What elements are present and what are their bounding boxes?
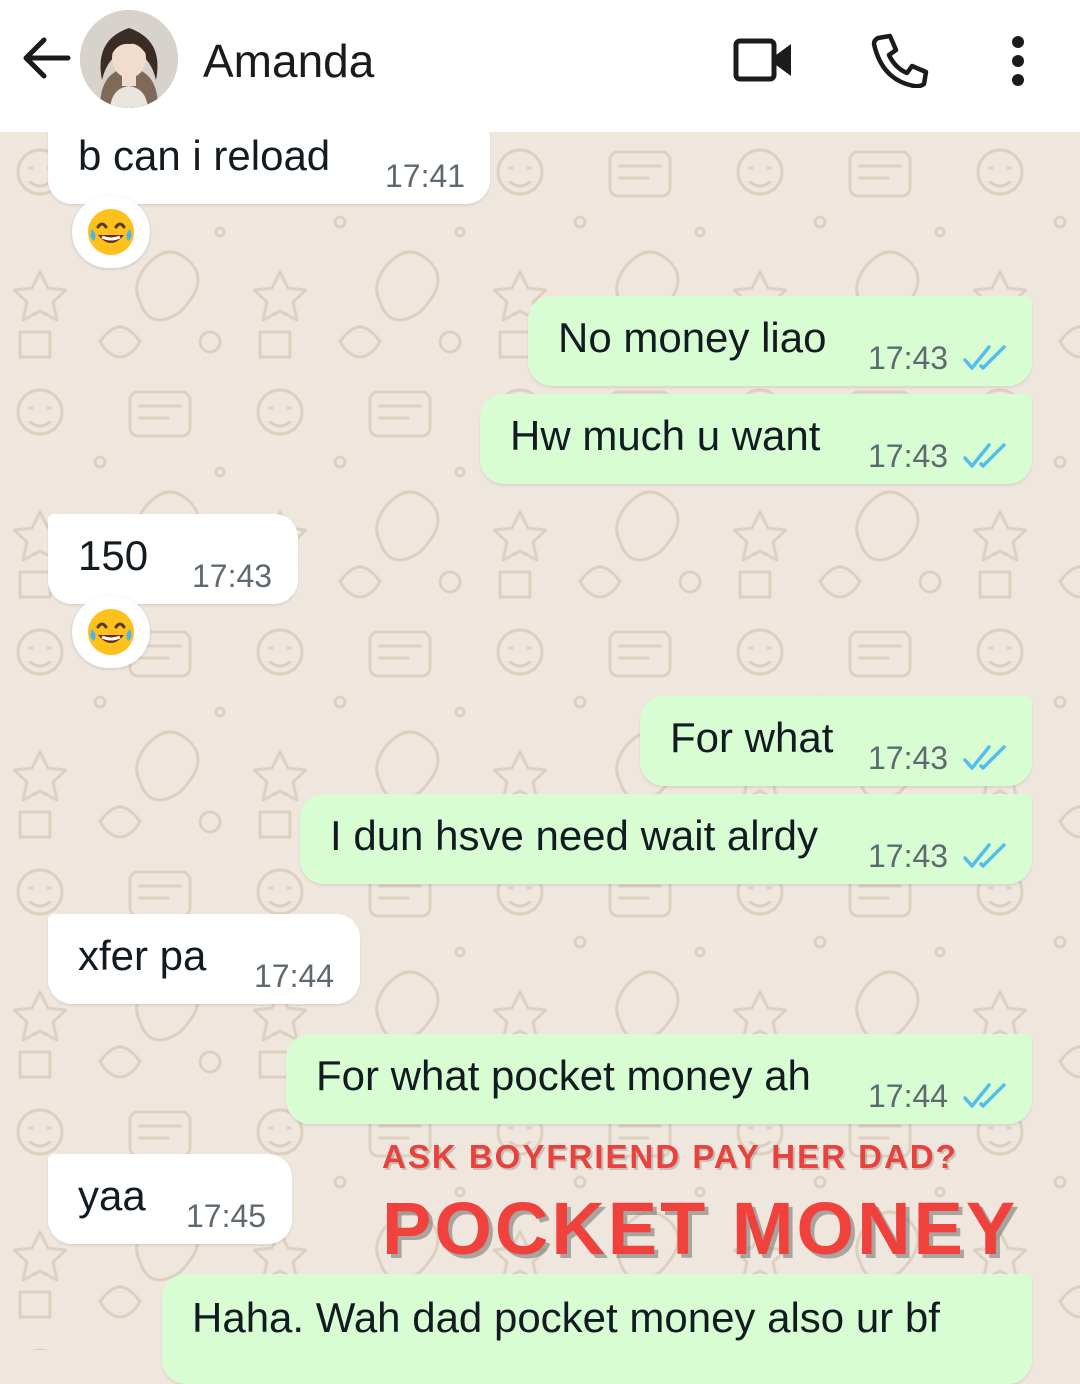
avatar-image <box>80 10 178 108</box>
message-bubble-outgoing[interactable]: I dun hsve need wait alrdy 17:43 <box>300 794 1032 884</box>
overlay-title: POCKET MONEY <box>382 1187 1019 1270</box>
message-bubble-incoming[interactable]: yaa 17:45 <box>48 1154 292 1244</box>
more-vertical-icon <box>1012 36 1024 86</box>
message-time: 17:43 <box>868 438 949 474</box>
message-time: 17:43 <box>868 740 949 776</box>
message-text: Hw much u want <box>510 412 821 459</box>
video-call-button[interactable] <box>733 36 795 84</box>
message-text: b can i reload <box>78 132 331 179</box>
joy-emoji-icon <box>88 609 134 655</box>
video-camera-icon <box>733 38 791 82</box>
double-check-read-icon <box>963 443 1006 468</box>
chat-header: Amanda <box>0 0 1080 132</box>
arrow-left-icon <box>23 37 71 79</box>
message-reaction[interactable] <box>72 596 150 668</box>
voice-call-button[interactable] <box>870 32 930 89</box>
message-text: For what pocket money ah <box>316 1052 811 1099</box>
double-check-read-icon <box>963 745 1006 770</box>
message-text: 150 <box>78 532 149 579</box>
double-check-read-icon <box>963 1083 1006 1108</box>
message-text: For what <box>670 714 834 761</box>
overlay-subtitle: ASK BOYFRIEND PAY HER DAD? <box>382 1138 958 1175</box>
message-time: 17:43 <box>192 558 273 594</box>
avatar[interactable] <box>80 10 178 108</box>
message-bubble-outgoing[interactable]: No money liao 17:43 <box>528 296 1032 386</box>
message-bubble-incoming[interactable]: xfer pa 17:44 <box>48 914 360 1004</box>
message-bubble-outgoing[interactable]: For what pocket money ah 17:44 <box>286 1034 1032 1124</box>
message-time: 17:44 <box>254 958 335 994</box>
message-time: 17:43 <box>868 838 949 874</box>
message-bubble-incoming[interactable]: 150 17:43 <box>48 514 298 604</box>
message-text: I dun hsve need wait alrdy <box>330 812 818 859</box>
contact-name[interactable]: Amanda <box>203 34 374 88</box>
message-reaction[interactable] <box>72 196 150 268</box>
message-text: xfer pa <box>78 932 207 979</box>
message-text: Haha. Wah dad pocket money also ur bf <box>192 1294 940 1341</box>
message-bubble-outgoing[interactable]: For what 17:43 <box>640 696 1032 786</box>
message-text: yaa <box>78 1172 146 1219</box>
message-bubble-outgoing[interactable]: Haha. Wah dad pocket money also ur bf <box>162 1274 1032 1384</box>
message-time: 17:44 <box>868 1078 949 1114</box>
back-button[interactable] <box>18 28 74 88</box>
joy-emoji-icon <box>88 209 134 255</box>
message-time: 17:43 <box>868 340 949 376</box>
more-options-button[interactable] <box>1000 34 1036 88</box>
message-text: No money liao <box>558 314 827 361</box>
message-bubble-outgoing[interactable]: Hw much u want 17:43 <box>480 394 1032 484</box>
message-time: 17:41 <box>385 158 466 194</box>
message-time: 17:45 <box>186 1198 267 1234</box>
double-check-read-icon <box>963 345 1006 370</box>
double-check-read-icon <box>963 843 1006 868</box>
phone-icon <box>871 33 929 89</box>
